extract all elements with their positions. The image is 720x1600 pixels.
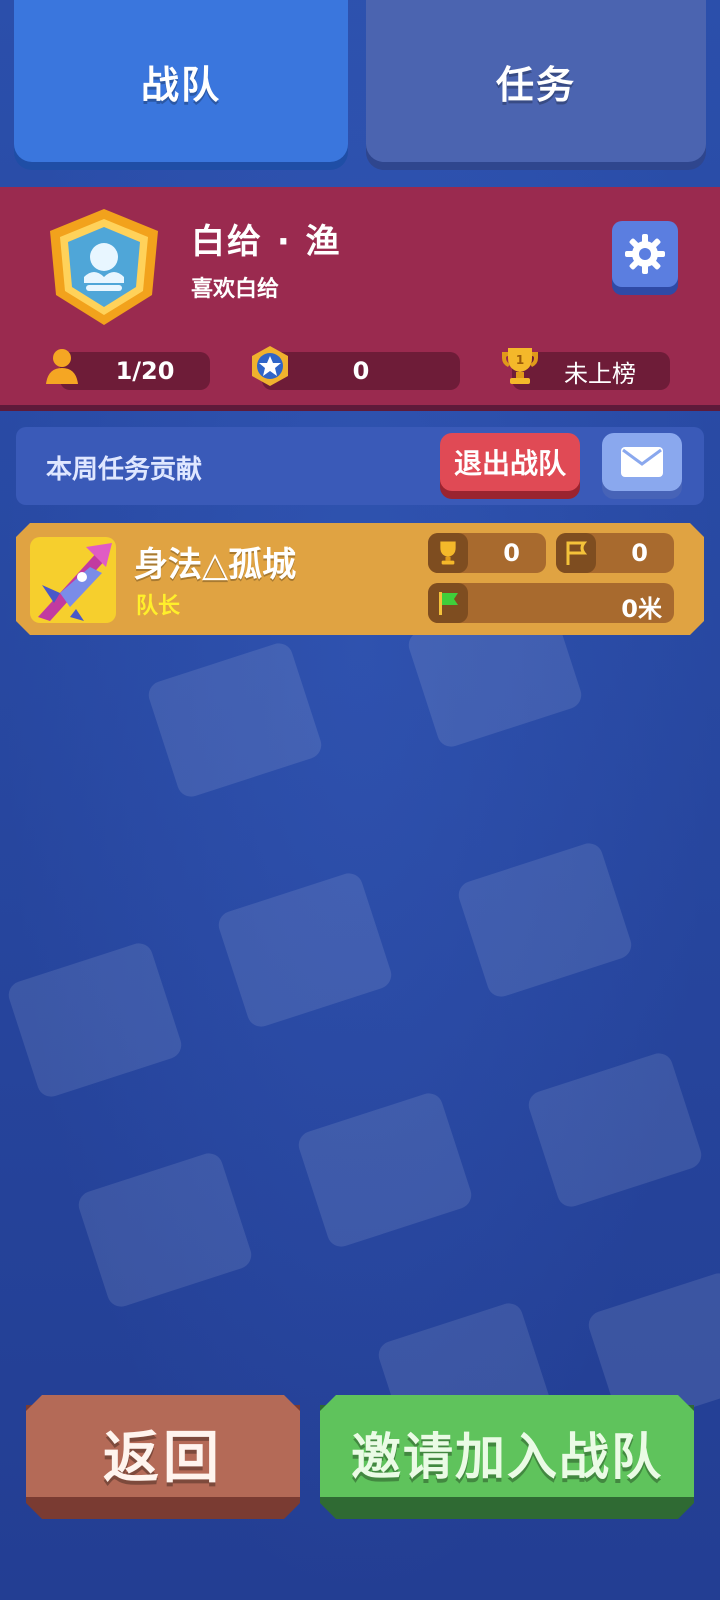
- member-flags-value: 0: [631, 539, 648, 567]
- team-name: 白给 · 渔: [191, 222, 342, 262]
- team-badge-icon: [50, 209, 158, 325]
- invite-button[interactable]: 邀请加入战队: [320, 1395, 694, 1497]
- tab-tasks-label: 任务: [495, 62, 576, 107]
- invite-button-label: 邀请加入战队: [351, 1428, 663, 1486]
- jet-fighter-icon: [30, 537, 116, 623]
- member-trophies: 0: [428, 533, 546, 573]
- settings-button[interactable]: [612, 221, 678, 287]
- member-flags: 0: [556, 533, 674, 573]
- back-button[interactable]: 返回: [26, 1395, 300, 1497]
- weekly-contribution-label: 本周任务贡献: [46, 455, 203, 485]
- member-avatar: [30, 537, 116, 623]
- trophy-icon: 1: [502, 348, 538, 384]
- member-count-value: 1/20: [115, 357, 175, 385]
- tab-team-label: 战队: [140, 62, 221, 107]
- trophy-icon: [428, 533, 468, 573]
- tab-team[interactable]: 战队: [14, 0, 348, 162]
- team-stars-value: 0: [352, 357, 370, 385]
- person-icon: [46, 349, 78, 384]
- mail-button[interactable]: [602, 433, 682, 491]
- green-flag-icon: [428, 583, 468, 623]
- mail-icon: [621, 447, 663, 477]
- member-trophies-value: 0: [503, 539, 520, 567]
- quit-team-button[interactable]: 退出战队: [440, 433, 580, 491]
- team-motto: 喜欢白给: [191, 277, 280, 302]
- flag-outline-icon: [556, 533, 596, 573]
- team-rank-value: 未上榜: [564, 359, 636, 388]
- tab-tasks[interactable]: 任务: [366, 0, 706, 162]
- back-button-label: 返回: [103, 1426, 223, 1491]
- member-card[interactable]: 身法△孤城 队长 0 0 0米: [16, 523, 704, 635]
- gear-icon: [625, 234, 665, 274]
- member-name: 身法△孤城: [134, 545, 297, 585]
- weekly-contribution-bar: 本周任务贡献 退出战队: [16, 427, 704, 505]
- svg-text:1: 1: [516, 353, 524, 367]
- star-medal-icon: [252, 346, 288, 386]
- member-role: 队长: [136, 594, 181, 619]
- quit-team-label: 退出战队: [453, 447, 566, 480]
- member-distance-value: 0米: [621, 595, 662, 623]
- team-info-panel: 白给 · 渔 喜欢白给 1/20 0 未上榜 1: [0, 187, 720, 405]
- member-distance: 0米: [428, 583, 674, 623]
